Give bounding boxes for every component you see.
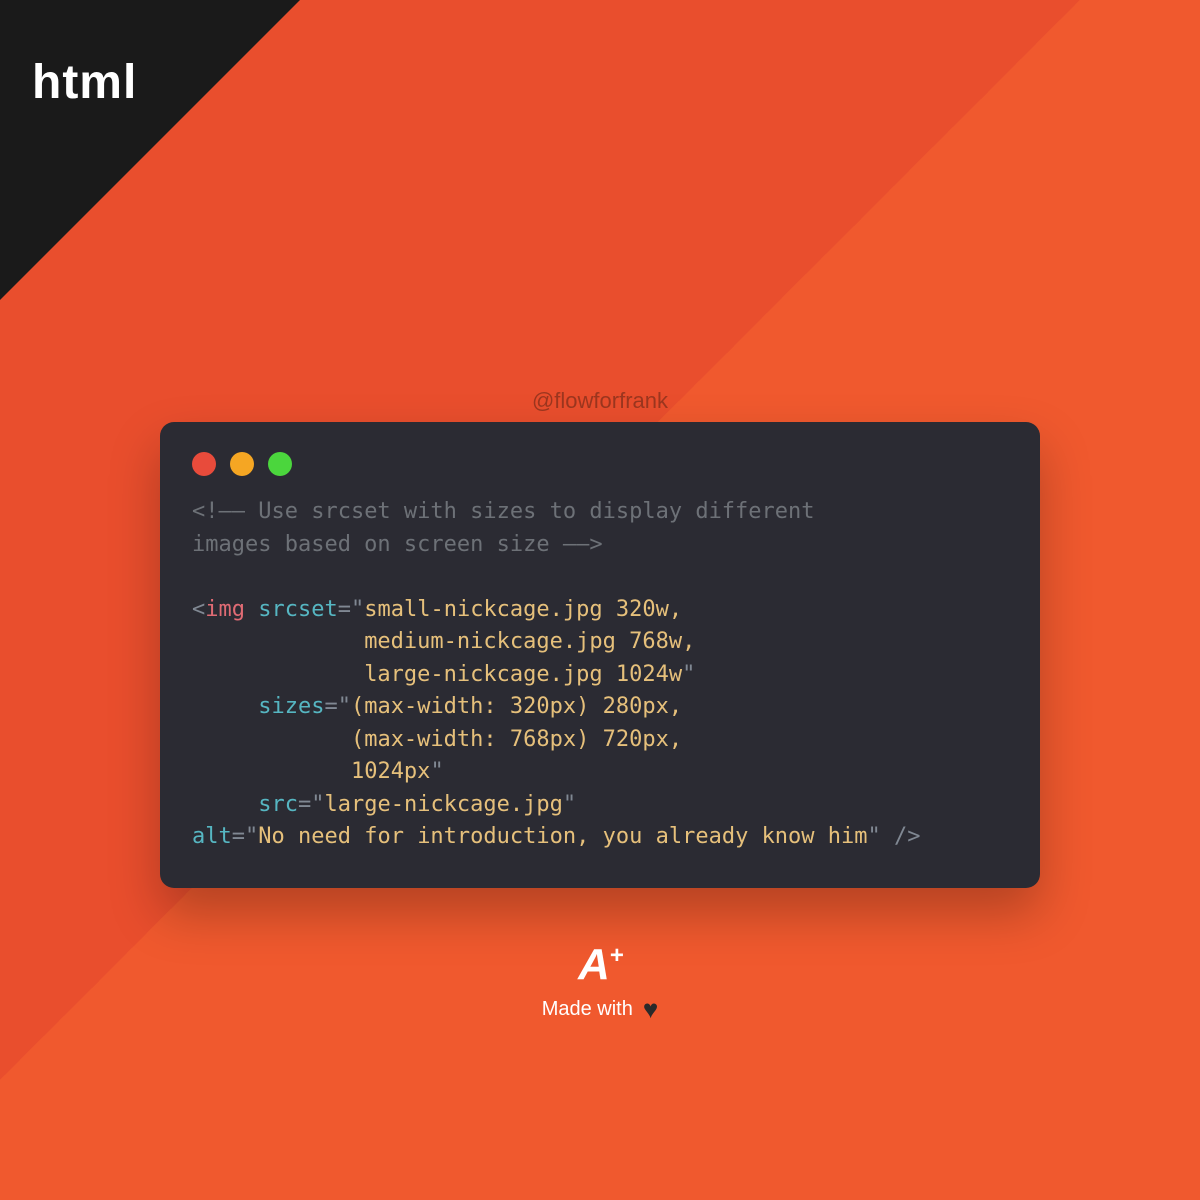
attr-sizes: sizes bbox=[258, 694, 324, 719]
corner-label: html bbox=[32, 55, 137, 110]
attr-src: src bbox=[258, 792, 298, 817]
quote: " bbox=[868, 824, 881, 849]
quote: " bbox=[682, 662, 695, 687]
sizes-value-2: (max-width: 768px) 720px, bbox=[351, 727, 682, 752]
equals: = bbox=[338, 597, 351, 622]
angle-bracket: < bbox=[192, 597, 205, 622]
made-with: Made with ♥ bbox=[542, 996, 659, 1022]
srcset-value-1: small-nickcage.jpg 320w, bbox=[364, 597, 682, 622]
equals: = bbox=[232, 824, 245, 849]
footer: A+ Made with ♥ bbox=[542, 940, 659, 1022]
window-close-dot bbox=[192, 452, 216, 476]
made-text: Made with bbox=[542, 998, 633, 1021]
sizes-value-3: 1024px bbox=[351, 759, 430, 784]
comment-open: <!—— bbox=[192, 499, 245, 524]
srcset-value-2: medium-nickcage.jpg 768w, bbox=[364, 629, 695, 654]
self-close: /> bbox=[881, 824, 921, 849]
tag-name: img bbox=[205, 597, 245, 622]
attr-srcset: srcset bbox=[258, 597, 337, 622]
quote: " bbox=[430, 759, 443, 784]
window-minimize-dot bbox=[230, 452, 254, 476]
quote: " bbox=[245, 824, 258, 849]
quote: " bbox=[563, 792, 576, 817]
logo-letter: A bbox=[578, 940, 608, 990]
src-value: large-nickcage.jpg bbox=[324, 792, 562, 817]
window-maximize-dot bbox=[268, 452, 292, 476]
quote: " bbox=[338, 694, 351, 719]
comment-close: ——> bbox=[563, 532, 603, 557]
corner-triangle bbox=[0, 0, 300, 300]
sizes-value-1: (max-width: 320px) 280px, bbox=[351, 694, 682, 719]
author-handle: @flowforfrank bbox=[532, 388, 668, 414]
logo-plus: + bbox=[610, 942, 622, 970]
code-window: <!—— Use srcset with sizes to display di… bbox=[160, 422, 1040, 888]
equals: = bbox=[324, 694, 337, 719]
alt-value: No need for introduction, you already kn… bbox=[258, 824, 867, 849]
srcset-value-3: large-nickcage.jpg 1024w bbox=[364, 662, 682, 687]
code-block: <!—— Use srcset with sizes to display di… bbox=[192, 496, 1008, 854]
heart-icon: ♥ bbox=[643, 996, 658, 1022]
quote: " bbox=[351, 597, 364, 622]
equals: = bbox=[298, 792, 311, 817]
quote: " bbox=[311, 792, 324, 817]
logo: A+ bbox=[578, 940, 622, 990]
comment-text: Use srcset with sizes to display differe… bbox=[192, 499, 815, 557]
attr-alt: alt bbox=[192, 824, 232, 849]
traffic-lights bbox=[192, 452, 1008, 476]
